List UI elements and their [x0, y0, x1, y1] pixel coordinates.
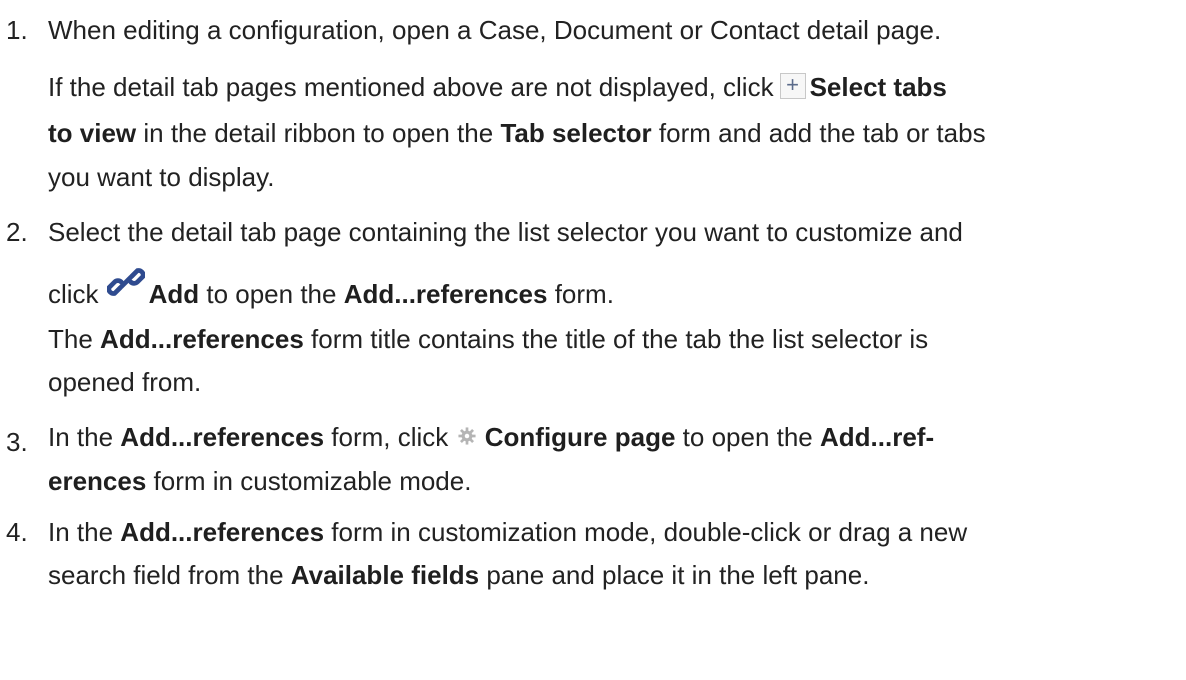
step-1-text: When editing a configuration, open a Cas…: [48, 15, 942, 45]
step-2-number: 2.: [6, 217, 28, 247]
step-1-note-line-3: you want to display.: [48, 162, 275, 192]
add-references-label-cont: erences: [48, 466, 147, 496]
add-references-label: Add...references: [343, 279, 548, 309]
step-2-line-1: Select the detail tab page containing th…: [48, 217, 963, 247]
note-text: If the detail tab pages mentioned above …: [48, 72, 774, 102]
add-references-label: Add...references: [120, 422, 325, 452]
step-3-number: 3.: [6, 427, 28, 457]
select-tabs-label-cont: to view: [48, 118, 137, 148]
add-references-label: Add...references: [100, 324, 304, 354]
select-tabs-label: Select tabs: [809, 72, 947, 102]
configure-page-label: Configure page: [484, 422, 676, 452]
step-3-line-1: In the Add...references form, click Conf…: [48, 422, 935, 452]
step-2-note-line-2: opened from.: [48, 367, 202, 397]
step-1-note-line-2: to view in the detail ribbon to open the…: [48, 118, 986, 148]
add-references-label-split: Add...ref-: [820, 422, 935, 452]
step-1-note-line-1: If the detail tab pages mentioned above …: [48, 73, 947, 100]
select-tabs-plus-icon: +: [779, 73, 806, 99]
link-icon: [106, 268, 145, 296]
step-4-line-1: In the Add...references form in customiz…: [48, 517, 968, 547]
step-2-note-line-1: The Add...references form title contains…: [48, 324, 929, 354]
instruction-document: 1. When editing a configuration, open a …: [0, 0, 1186, 680]
step-1-number: 1.: [6, 15, 28, 45]
add-references-label: Add...references: [120, 517, 325, 547]
step-4-number: 4.: [6, 517, 28, 547]
step-4-line-2: search field from the Available fields p…: [48, 560, 870, 590]
step-2-line-2: click Add to open the Add...references fo…: [48, 263, 614, 307]
available-fields-label: Available fields: [290, 560, 480, 590]
add-label: Add: [148, 279, 200, 309]
step-3-line-2: erences form in customizable mode.: [48, 466, 472, 496]
tab-selector-label: Tab selector: [500, 118, 652, 148]
gear-icon: [457, 427, 476, 445]
